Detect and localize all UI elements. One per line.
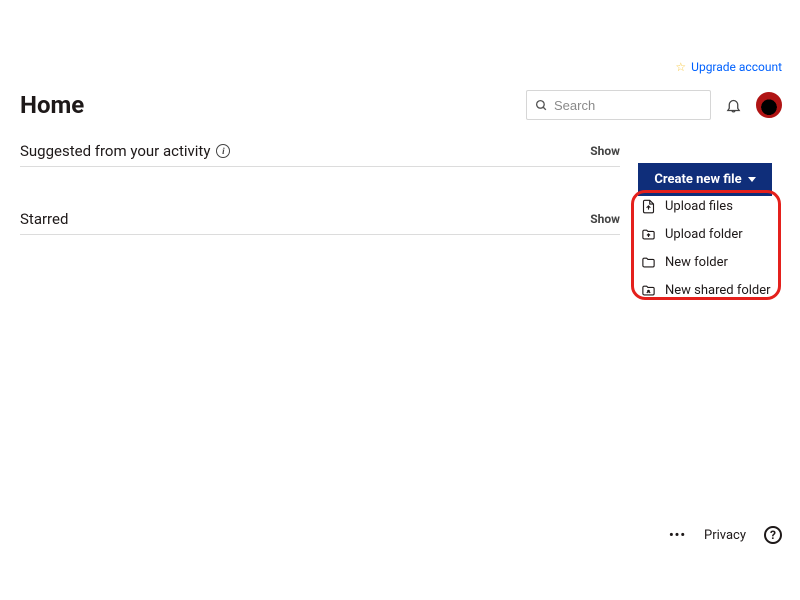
new-shared-folder-icon [640, 282, 656, 298]
section-starred: Starred Show [20, 210, 620, 235]
avatar[interactable] [756, 92, 782, 118]
section-suggested-title: Suggested from your activity [20, 142, 210, 160]
footer: ••• Privacy ? [669, 526, 782, 544]
section-starred-title: Starred [20, 210, 68, 228]
menu-new-shared-folder[interactable]: New shared folder [640, 280, 771, 300]
upload-file-icon [640, 198, 656, 214]
chevron-down-icon [748, 177, 756, 182]
menu-new-folder[interactable]: New folder [640, 252, 771, 272]
menu-upload-folder-label: Upload folder [665, 227, 743, 242]
menu-upload-files-label: Upload files [665, 199, 733, 214]
page-title: Home [20, 91, 84, 119]
upload-folder-icon [640, 226, 656, 242]
menu-new-shared-folder-label: New shared folder [665, 283, 771, 298]
search-box[interactable] [526, 90, 711, 120]
search-input[interactable] [554, 98, 702, 113]
help-icon[interactable]: ? [764, 526, 782, 544]
menu-upload-folder[interactable]: Upload folder [640, 224, 771, 244]
section-suggested-show[interactable]: Show [590, 144, 620, 158]
header: Home [20, 90, 782, 120]
menu-upload-files[interactable]: Upload files [640, 196, 771, 216]
notifications-icon[interactable] [725, 97, 742, 114]
more-icon[interactable]: ••• [669, 528, 686, 543]
section-suggested: Suggested from your activity i Show [20, 142, 620, 167]
section-starred-show[interactable]: Show [590, 212, 620, 226]
privacy-link[interactable]: Privacy [704, 528, 746, 543]
search-icon [535, 99, 548, 112]
create-menu: Upload files Upload folder New folder Ne… [640, 196, 771, 300]
upgrade-account-link[interactable]: Upgrade account [691, 60, 782, 74]
upgrade-star-icon: ☆ [675, 60, 686, 74]
menu-new-folder-label: New folder [665, 255, 728, 270]
create-new-file-label: Create new file [654, 172, 741, 187]
create-new-file-button[interactable]: Create new file [638, 163, 772, 196]
info-icon[interactable]: i [216, 144, 230, 158]
new-folder-icon [640, 254, 656, 270]
